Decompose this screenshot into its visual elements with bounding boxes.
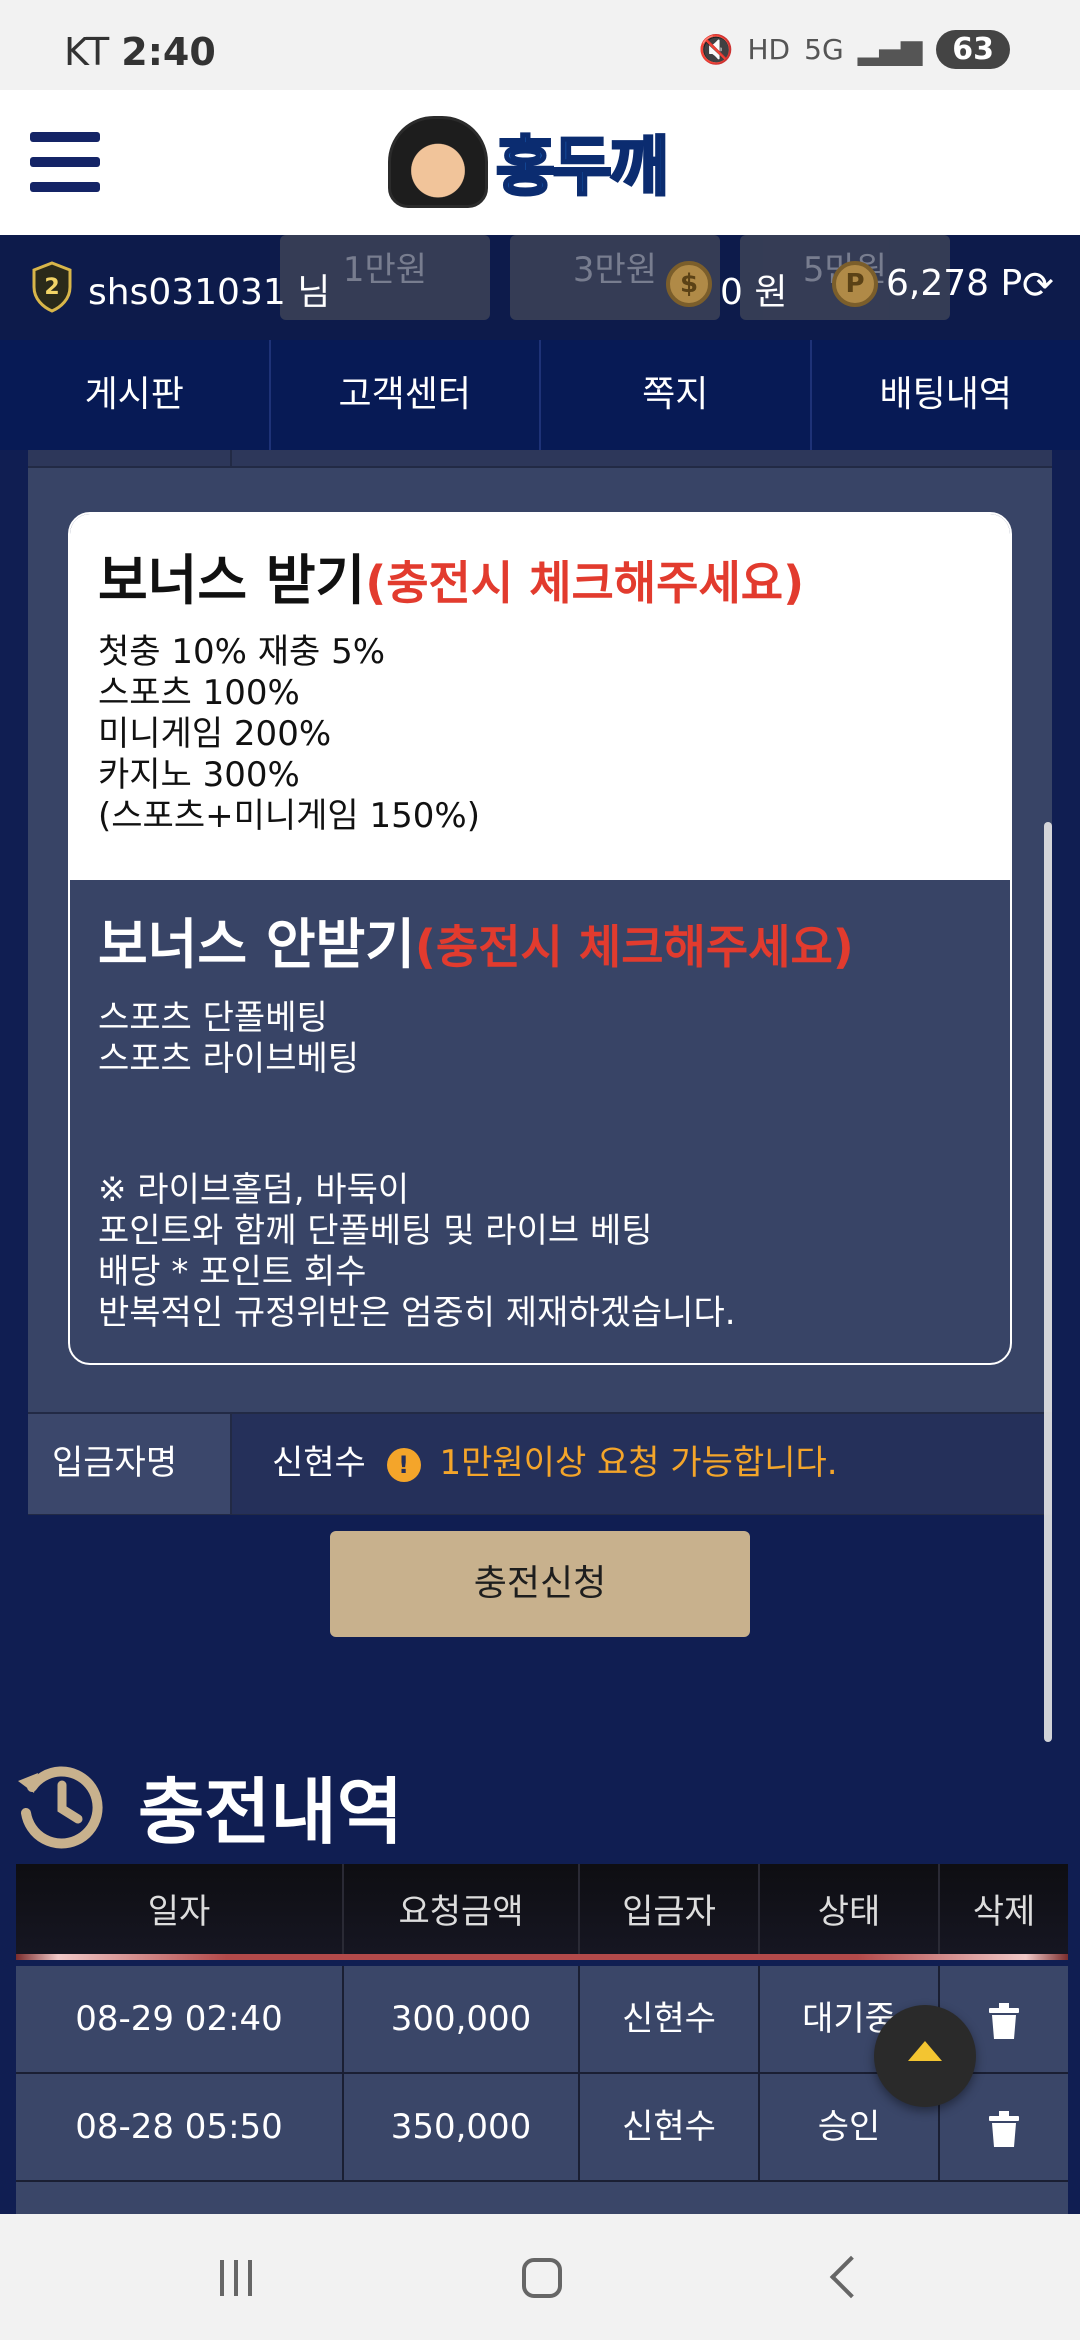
clock: 2:40 [121, 30, 216, 74]
arrow-up-icon [908, 2041, 942, 2061]
charge-request-button[interactable]: 충전신청 [330, 1531, 750, 1637]
recent-apps-icon[interactable] [220, 2260, 262, 2296]
cell-amount: 350,000 [344, 2074, 580, 2180]
nav-customer-center[interactable]: 고객센터 [271, 340, 541, 450]
trash-icon [989, 2110, 1019, 2147]
back-icon[interactable] [829, 2255, 873, 2299]
point-balance: 6,278 P [886, 263, 1023, 304]
bonus-receive-title: 보너스 받기(충전시 체크해주세요) [98, 549, 805, 612]
status-icons: 🔇 HD 5G ▂▄▆ 63 [699, 30, 1010, 69]
signal-icon: ▂▄▆ [857, 33, 923, 66]
mascot-icon [388, 116, 488, 208]
svg-text:2: 2 [44, 275, 59, 300]
carrier-time: KT 2:40 [64, 30, 216, 74]
status-bar: KT 2:40 🔇 HD 5G ▂▄▆ 63 [0, 0, 1080, 90]
logo[interactable]: 홍두깨 [388, 112, 698, 212]
depositor-value-cell: 신현수 ! 1만원이상 요청 가능합니다. [232, 1414, 1052, 1514]
brand-name: 홍두깨 [495, 130, 671, 207]
bonus-receive-option[interactable]: 보너스 받기(충전시 체크해주세요) 첫충 10% 재충 5% 스포츠 100%… [70, 514, 1010, 880]
carrier: KT [64, 30, 110, 74]
history-icon [18, 1766, 103, 1849]
nav-betting-history[interactable]: 배팅내역 [812, 340, 1080, 450]
username[interactable]: shs031031 님 [88, 263, 330, 315]
column-header-status: 상태 [760, 1864, 940, 1954]
depositor-label: 입금자명 [28, 1414, 232, 1514]
trash-icon [989, 2002, 1019, 2039]
money-coin-icon: $ [666, 261, 712, 307]
cell-depositor: 신현수 [580, 1966, 760, 2072]
bonus-decline-details: 스포츠 단폴베팅 스포츠 라이브베팅 [98, 998, 360, 1079]
info-icon: ! [386, 1447, 421, 1482]
column-header-delete: 삭제 [972, 1892, 1036, 1932]
main-nav: 게시판 고객센터 쪽지 배팅내역 [0, 340, 1080, 450]
scroll-top-button[interactable] [874, 2005, 976, 2107]
cell-depositor: 신현수 [580, 2074, 760, 2180]
user-bar: 1만원 3만원 5만원 2 shs031031 님 $ 0 원 P 6,278 … [0, 235, 1080, 340]
home-icon[interactable] [522, 2258, 562, 2298]
system-nav-bar [0, 2214, 1080, 2340]
bonus-decline-title: 보너스 안받기(충전시 체크해주세요) [98, 913, 854, 976]
form-row-divider [28, 450, 1052, 468]
history-title: 충전내역 [138, 1769, 403, 1854]
menu-icon[interactable] [30, 132, 100, 192]
bonus-decline-note: (충전시 체크해주세요) [414, 920, 854, 974]
bonus-options: 보너스 받기(충전시 체크해주세요) 첫충 10% 재충 5% 스포츠 100%… [68, 512, 1012, 1365]
nav-messages[interactable]: 쪽지 [541, 340, 812, 450]
bonus-decline-option[interactable]: 보너스 안받기(충전시 체크해주세요) 스포츠 단폴베팅 스포츠 라이브베팅 ※… [70, 880, 1010, 1363]
bonus-receive-note: (충전시 체크해주세요) [365, 556, 805, 610]
app-header: 홍두깨 [0, 90, 1080, 235]
refresh-icon[interactable]: ⟳ [1022, 263, 1054, 307]
table-header: 일자 요청금액 입금자 상태 삭제 [16, 1864, 1068, 1960]
scrollbar[interactable] [1044, 822, 1052, 1742]
cell-date: 08-29 02:40 [16, 1966, 344, 2072]
cell-date: 08-28 05:50 [16, 2074, 344, 2180]
mute-icon: 🔇 [698, 33, 734, 66]
battery-indicator: 63 [936, 30, 1010, 69]
history-header: 충전내역 [12, 1750, 403, 1860]
column-header-depositor: 입금자 [580, 1864, 760, 1954]
bonus-receive-details: 첫충 10% 재충 5% 스포츠 100% 미니게임 200% 카지노 300%… [98, 632, 480, 836]
point-coin-icon: P [832, 261, 878, 307]
level-shield-icon: 2 [32, 261, 72, 313]
hd-icon: HD [747, 33, 791, 66]
minimum-notice: 1만원이상 요청 가능합니다. [439, 1443, 838, 1483]
column-header-amount: 요청금액 [344, 1864, 580, 1954]
cell-amount: 300,000 [344, 1966, 580, 2072]
bonus-warning: ※ 라이브홀덤, 바둑이 포인트와 함께 단폴베팅 및 라이브 베팅 배당 * … [98, 1170, 736, 1333]
column-header-date: 일자 [16, 1864, 344, 1954]
depositor-row: 입금자명 신현수 ! 1만원이상 요청 가능합니다. [28, 1412, 1052, 1515]
money-balance: 0 원 [720, 272, 788, 313]
nav-board[interactable]: 게시판 [0, 340, 271, 450]
depositor-name: 신현수 [272, 1443, 366, 1483]
charge-form: 보너스 받기(충전시 체크해주세요) 첫충 10% 재충 5% 스포츠 100%… [28, 450, 1052, 1515]
5g-icon: 5G [804, 33, 844, 66]
